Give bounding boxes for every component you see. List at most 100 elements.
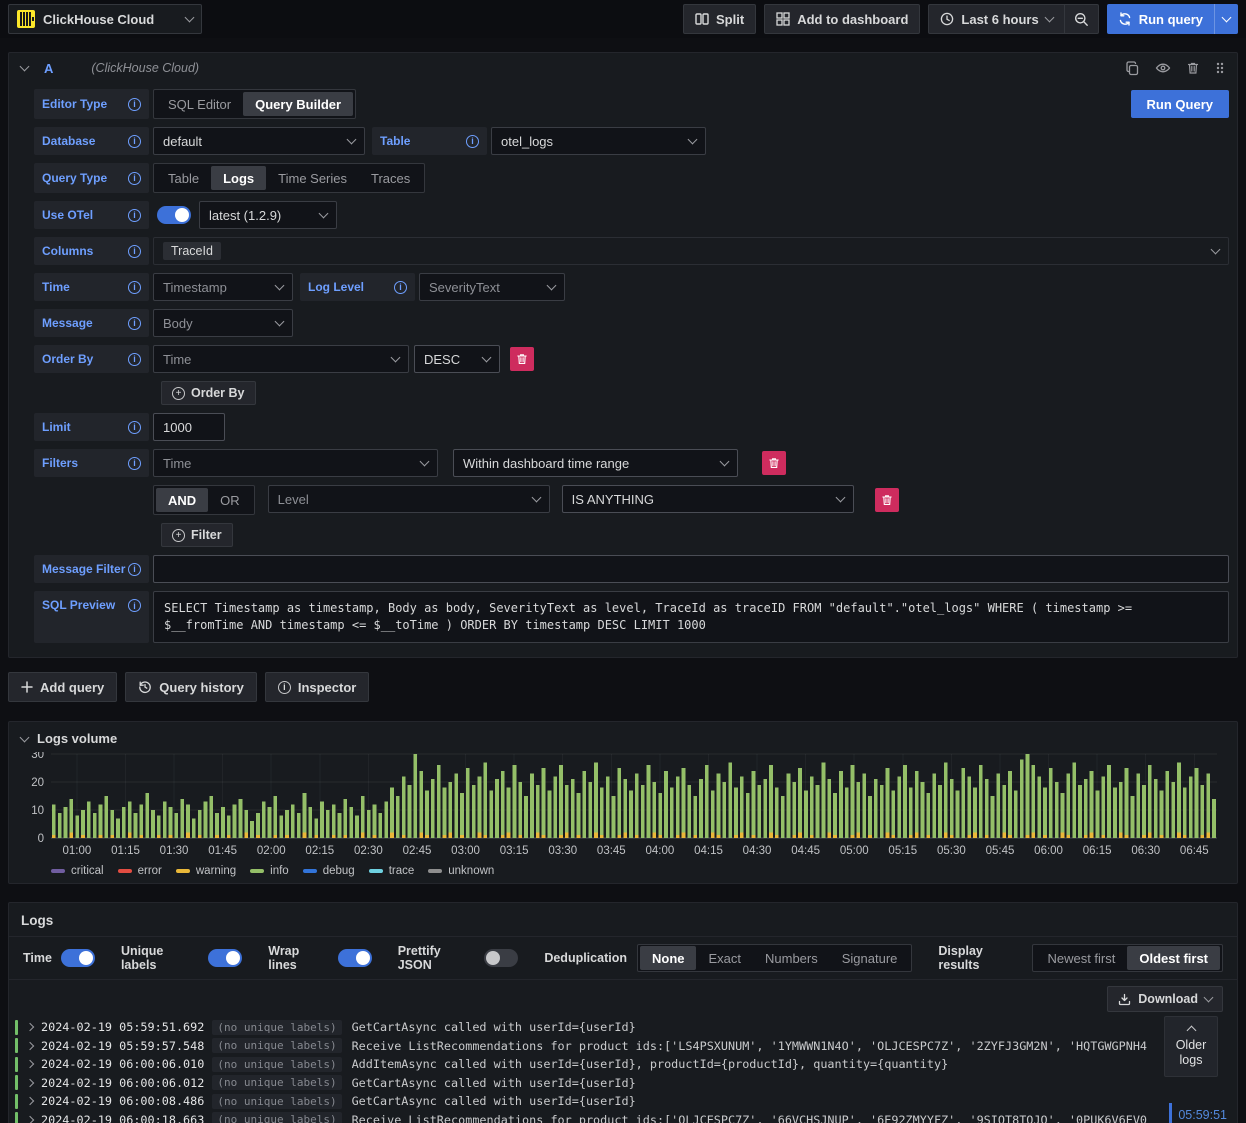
- collapse-chevron-icon[interactable]: [19, 61, 30, 72]
- log-row[interactable]: 2024-02-19 06:00:18.663 (no unique labels…: [15, 1111, 1237, 1123]
- column-chip[interactable]: TraceId: [163, 242, 221, 260]
- remove-filter-button[interactable]: [762, 451, 786, 475]
- expand-chevron-icon[interactable]: [25, 1115, 35, 1123]
- info-icon[interactable]: [128, 280, 141, 294]
- legend-item-error[interactable]: error: [117, 865, 162, 877]
- chevron-up-icon: [1186, 1025, 1196, 1036]
- option-table[interactable]: Table: [156, 166, 211, 190]
- filter-level-select[interactable]: Level: [267, 485, 550, 513]
- run-query-panel-button[interactable]: Run Query: [1130, 90, 1229, 118]
- otel-version-select[interactable]: latest (1.2.9): [199, 201, 337, 229]
- legend-item-critical[interactable]: critical: [51, 865, 104, 877]
- option-none[interactable]: None: [639, 946, 697, 970]
- expand-chevron-icon[interactable]: [25, 1060, 35, 1069]
- add-filter-button[interactable]: Filter: [161, 523, 233, 547]
- expand-chevron-icon[interactable]: [25, 1097, 35, 1106]
- inspector-button[interactable]: Inspector: [264, 672, 370, 702]
- run-query-dropdown[interactable]: [1214, 4, 1238, 34]
- remove-condition-button[interactable]: [874, 488, 899, 512]
- add-order-by-button[interactable]: Order By: [161, 381, 256, 405]
- drag-handle-icon[interactable]: [1215, 61, 1225, 75]
- database-select[interactable]: default: [153, 127, 365, 155]
- remove-query-trash-icon[interactable]: [1186, 61, 1200, 75]
- message-filter-input[interactable]: [153, 555, 1229, 583]
- info-icon[interactable]: [128, 562, 141, 576]
- log-row[interactable]: 2024-02-19 05:59:51.692 (no unique labels…: [15, 1018, 1237, 1037]
- query-row-header[interactable]: A (ClickHouse Cloud): [9, 53, 1237, 83]
- run-query-split-button[interactable]: Run query: [1106, 4, 1238, 34]
- info-icon[interactable]: [128, 316, 141, 330]
- option-logs[interactable]: Logs: [211, 166, 267, 190]
- option-query-builder[interactable]: Query Builder: [243, 92, 354, 116]
- option-numbers[interactable]: Numbers: [753, 946, 830, 970]
- older-logs-button[interactable]: Older logs: [1164, 1016, 1218, 1077]
- message-column-select[interactable]: Body: [153, 309, 293, 337]
- limit-input[interactable]: [153, 413, 225, 441]
- logs-volume-panel: Logs volume 0 10 20 30 01:00 01:15 01:30 01:45 0…: [8, 721, 1238, 884]
- log-level-select[interactable]: SeverityText: [419, 273, 565, 301]
- filter-field-select[interactable]: Time: [153, 449, 438, 477]
- filter-condition-operator-select[interactable]: IS ANYTHING: [561, 485, 854, 513]
- info-icon[interactable]: [128, 208, 141, 222]
- info-icon[interactable]: [466, 134, 479, 148]
- legend-item-debug[interactable]: debug: [302, 865, 355, 877]
- logs-nav-timestamp[interactable]: 05:59:51: [1169, 1103, 1227, 1123]
- filter-operator-select[interactable]: Within dashboard time range: [453, 449, 738, 477]
- info-icon[interactable]: [394, 280, 407, 294]
- order-by-direction-select[interactable]: DESC: [414, 345, 500, 373]
- split-button[interactable]: Split: [683, 4, 757, 34]
- option-signature[interactable]: Signature: [830, 946, 910, 970]
- legend-item-unknown[interactable]: unknown: [428, 865, 494, 877]
- log-row[interactable]: 2024-02-19 06:00:06.012 (no unique labels…: [15, 1074, 1237, 1093]
- option-sql-editor[interactable]: SQL Editor: [156, 92, 243, 116]
- legend-item-trace[interactable]: trace: [368, 865, 414, 877]
- download-button[interactable]: Download: [1107, 986, 1223, 1012]
- info-icon[interactable]: [128, 352, 141, 366]
- order-by-label: Order By: [34, 345, 149, 373]
- query-history-button[interactable]: Query history: [125, 672, 257, 702]
- time-toggle[interactable]: [60, 949, 95, 967]
- option-time-series[interactable]: Time Series: [266, 166, 359, 190]
- deduplication-label: Deduplication: [544, 951, 627, 965]
- duplicate-query-icon[interactable]: [1125, 60, 1140, 76]
- unique-labels-toggle[interactable]: [208, 949, 243, 967]
- zoom-out-button[interactable]: [1064, 4, 1099, 34]
- info-icon[interactable]: [128, 171, 141, 185]
- use-otel-toggle[interactable]: [157, 206, 191, 224]
- legend-item-warning[interactable]: warning: [175, 865, 236, 877]
- log-row[interactable]: 2024-02-19 05:59:57.548 (no unique labels…: [15, 1037, 1237, 1056]
- legend-item-info[interactable]: info: [250, 865, 289, 877]
- hide-response-eye-icon[interactable]: [1155, 61, 1171, 75]
- add-to-dashboard-button[interactable]: Add to dashboard: [764, 4, 921, 34]
- chevron-down-icon: [346, 134, 357, 145]
- expand-chevron-icon[interactable]: [25, 1078, 35, 1087]
- info-icon[interactable]: [128, 599, 141, 612]
- legend-label: info: [270, 865, 289, 877]
- option-oldest-first[interactable]: Oldest first: [1127, 946, 1220, 970]
- info-icon[interactable]: [128, 134, 141, 148]
- info-icon[interactable]: [128, 97, 141, 111]
- time-column-select[interactable]: Timestamp: [153, 273, 293, 301]
- info-icon[interactable]: [128, 420, 141, 434]
- columns-multiselect[interactable]: TraceId: [153, 237, 1229, 265]
- table-select[interactable]: otel_logs: [491, 127, 706, 155]
- option-or[interactable]: OR: [208, 488, 252, 512]
- expand-chevron-icon[interactable]: [25, 1023, 35, 1032]
- remove-order-by-button[interactable]: [510, 347, 534, 371]
- option-and[interactable]: AND: [156, 488, 209, 512]
- collapse-chevron-icon[interactable]: [19, 732, 30, 742]
- info-icon[interactable]: [128, 456, 141, 470]
- prettify-json-toggle[interactable]: [484, 949, 519, 967]
- option-exact[interactable]: Exact: [696, 946, 753, 970]
- time-range-picker[interactable]: Last 6 hours: [928, 4, 1065, 34]
- add-query-button[interactable]: Add query: [8, 672, 118, 702]
- log-row[interactable]: 2024-02-19 06:00:06.010 (no unique labels…: [15, 1055, 1237, 1074]
- log-row[interactable]: 2024-02-19 06:00:08.486 (no unique labels…: [15, 1092, 1237, 1111]
- expand-chevron-icon[interactable]: [25, 1041, 35, 1050]
- info-icon[interactable]: [128, 244, 141, 258]
- order-by-field-select[interactable]: Time: [153, 345, 409, 373]
- datasource-picker[interactable]: ClickHouse Cloud: [8, 4, 202, 34]
- option-newest-first[interactable]: Newest first: [1035, 946, 1127, 970]
- option-traces[interactable]: Traces: [359, 166, 422, 190]
- wrap-lines-toggle[interactable]: [337, 949, 372, 967]
